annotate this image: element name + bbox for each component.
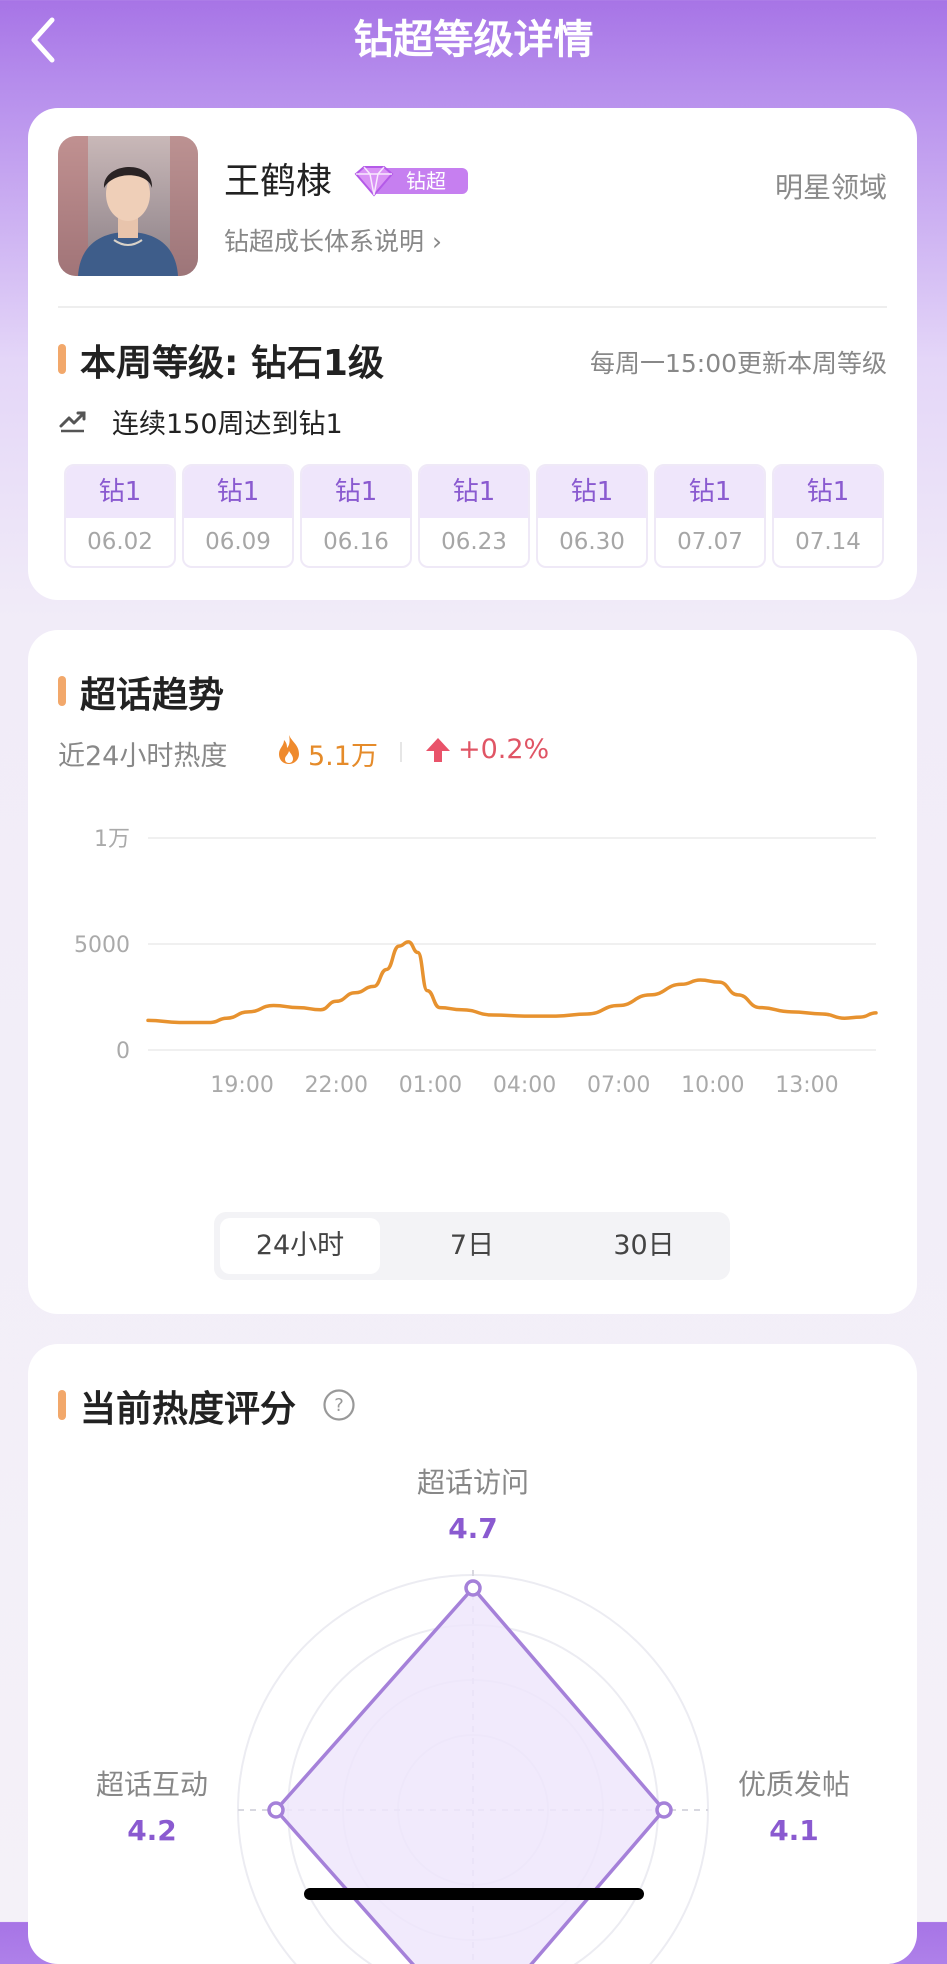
growth-system-link[interactable]: 钻超成长体系说明 › (224, 222, 442, 258)
avatar-image (58, 136, 198, 276)
week-item: 钻1 06.02 (64, 464, 176, 568)
x-tick-label: 04:00 (493, 1073, 556, 1098)
heat-change: +0.2% (458, 734, 550, 765)
week-date: 07.14 (795, 529, 861, 555)
divider (58, 306, 887, 308)
week-item: 钻1 06.09 (182, 464, 294, 568)
streak-text: 连续150周达到钻1 (112, 409, 343, 440)
user-name: 王鹤棣 (224, 161, 333, 202)
score-radar-chart: 超话访问 4.7 优质发帖 4.1 超话互动 4.2 (96, 1466, 850, 1964)
week-item: 钻1 07.14 (772, 464, 884, 568)
header-bar: 钻超等级详情 (0, 0, 947, 96)
score-card: 当前热度评分 ? 超话访问 4.7 优质发帖 4.1 超话互动 4.2 (28, 1344, 917, 1964)
week-level: 钻1 (66, 466, 174, 518)
fire-icon (279, 735, 299, 764)
axis-label-visits: 超话访问 (417, 1466, 529, 1499)
trend-line-chart: 0 5000 1万 19:00 22:00 01:00 04:00 07:00 10:00 13:… (74, 827, 878, 1098)
week-date: 06.02 (87, 529, 153, 555)
weekly-level-list: 钻1 06.02 钻1 06.09 钻1 06.16 钻1 06.23 钻1 0… (64, 464, 886, 568)
section-marker (58, 344, 66, 374)
y-tick-label: 0 (116, 1039, 130, 1064)
week-item: 钻1 07.07 (654, 464, 766, 568)
profile-card: 王鹤棣 钻超 钻超成长体系说明 › 明星领域 本周等级: 钻石1级 每周一15:… (28, 108, 917, 600)
x-tick-label: 01:00 (399, 1073, 462, 1098)
heat-value: 5.1万 (308, 741, 378, 772)
arrow-up-icon (426, 738, 450, 762)
radar-point (267, 1801, 285, 1819)
axis-value-posts: 4.1 (769, 1814, 819, 1847)
week-item: 钻1 06.23 (418, 464, 530, 568)
home-indicator[interactable] (304, 1888, 644, 1900)
x-tick-label: 22:00 (305, 1073, 368, 1098)
x-tick-label: 07:00 (587, 1073, 650, 1098)
trend-card: 超话趋势 近24小时热度 5.1万 +0.2% 0 5000 1万 19:00 22:0… (28, 630, 917, 1314)
tab-30d[interactable]: 30日 (564, 1218, 724, 1274)
week-level: 钻1 (420, 466, 528, 518)
section-marker (58, 676, 66, 706)
x-tick-label: 19:00 (210, 1073, 273, 1098)
x-tick-label: 10:00 (681, 1073, 744, 1098)
tab-7d[interactable]: 7日 (392, 1218, 552, 1274)
week-level: 钻1 (302, 466, 410, 518)
radar-point (464, 1579, 482, 1597)
week-item: 钻1 06.30 (536, 464, 648, 568)
week-date: 06.30 (559, 529, 625, 555)
axis-label-interaction: 超话互动 (96, 1768, 208, 1801)
update-note: 每周一15:00更新本周等级 (589, 349, 887, 378)
x-tick-label: 13:00 (775, 1073, 838, 1098)
y-tick-label: 5000 (74, 933, 130, 958)
axis-value-visits: 4.7 (448, 1512, 498, 1545)
week-level: 钻1 (656, 466, 764, 518)
week-date: 06.09 (205, 529, 271, 555)
separator (400, 742, 402, 762)
radar-area (274, 1586, 666, 1964)
week-level: 钻1 (538, 466, 646, 518)
tab-24h[interactable]: 24小时 (220, 1218, 380, 1274)
week-level: 钻1 (774, 466, 882, 518)
badge-label: 钻超 (406, 169, 446, 193)
week-item: 钻1 06.16 (300, 464, 412, 568)
page-title: 钻超等级详情 (353, 17, 594, 63)
trend-up-icon (59, 411, 86, 433)
heat-label: 近24小时热度 (58, 741, 228, 772)
axis-value-interaction: 4.2 (127, 1814, 177, 1847)
axis-label-posts: 优质发帖 (738, 1768, 850, 1801)
trend-series-line (146, 940, 878, 1025)
week-level: 钻1 (184, 466, 292, 518)
diamond-badge[interactable]: 钻超 (350, 164, 470, 198)
avatar[interactable] (58, 136, 198, 276)
domain-label[interactable]: 明星领域 (775, 166, 887, 206)
week-date: 06.16 (323, 529, 389, 555)
y-tick-label: 1万 (94, 827, 130, 852)
weekly-level-title: 本周等级: 钻石1级 (80, 343, 384, 384)
radar-point (655, 1801, 673, 1819)
trend-title: 超话趋势 (80, 675, 225, 716)
week-date: 06.23 (441, 529, 507, 555)
week-date: 07.07 (677, 529, 743, 555)
period-tabs: 24小时 7日 30日 (214, 1212, 730, 1280)
